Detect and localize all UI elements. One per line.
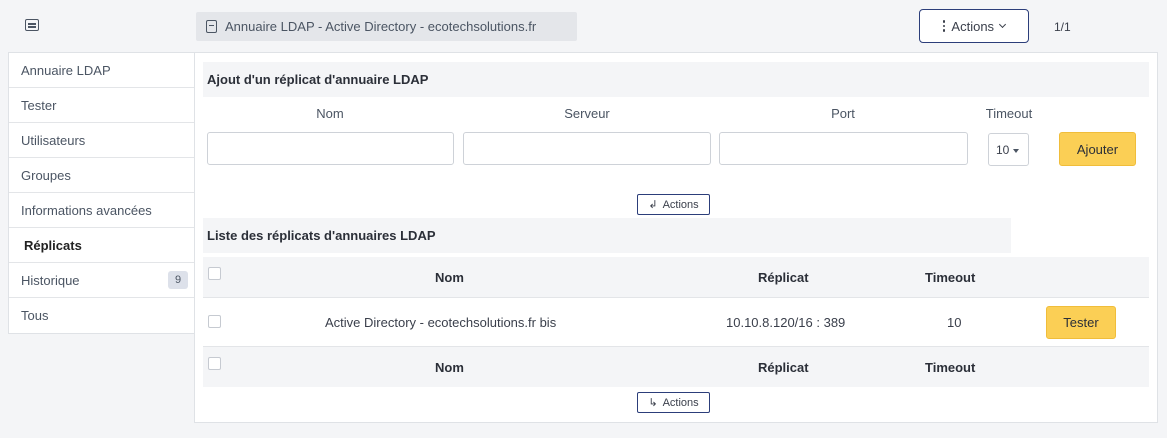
arrow-turn-down-icon: ↲ (648, 199, 658, 211)
mass-actions-label: Actions (662, 198, 699, 211)
serveur-input[interactable] (463, 132, 711, 165)
sidebar-item-tous[interactable]: Tous (9, 298, 194, 333)
actions-label: Actions (951, 18, 995, 34)
sidebar-item-informations-avancees[interactable]: Informations avancées (9, 193, 194, 228)
column-header-replicat: Réplicat (758, 269, 809, 285)
table-header-row: Nom Réplicat Timeout (203, 257, 1149, 297)
add-form-title: Ajout d'un réplicat d'annuaire LDAP (203, 62, 1149, 97)
nom-input[interactable] (207, 132, 454, 165)
test-replicat-button[interactable]: Tester (1046, 306, 1116, 339)
column-label-timeout: Timeout (985, 106, 1033, 121)
sidebar-item-replicats[interactable]: Réplicats (9, 228, 194, 263)
table-row: Active Directory - ecotechsolutions.fr b… (203, 297, 1149, 347)
sidebar-item-label: Annuaire LDAP (21, 62, 111, 78)
replicat-address: 10.10.8.120/16 : 389 (726, 314, 846, 330)
page-title-text: Annuaire LDAP - Active Directory - ecote… (225, 19, 537, 34)
mass-actions-button-bottom[interactable]: ↳ Actions (637, 392, 710, 413)
sidebar-item-tester[interactable]: Tester (9, 88, 194, 123)
sidebar-item-label: Historique (21, 272, 80, 288)
table-footer-row: Nom Réplicat Timeout (203, 347, 1149, 387)
sidebar-item-label: Groupes (21, 167, 71, 183)
sidebar-item-label: Informations avancées (21, 202, 152, 218)
column-label-nom: Nom (316, 106, 344, 121)
more-vertical-icon (942, 20, 946, 32)
pager: 1/1 (1054, 20, 1071, 34)
column-header-nom: Nom (435, 269, 464, 285)
caret-down-icon (1013, 148, 1020, 153)
select-all-checkbox[interactable] (208, 267, 221, 280)
row-checkbox[interactable] (208, 315, 221, 328)
sidebar-item-groupes[interactable]: Groupes (9, 158, 194, 193)
column-header-timeout: Timeout (925, 269, 976, 285)
column-footer-replicat: Réplicat (758, 359, 809, 375)
sidebar-item-historique[interactable]: Historique 9 (9, 263, 194, 298)
sidebar-item-label: Réplicats (24, 237, 82, 253)
column-label-port: Port (831, 106, 855, 121)
sidebar-item-label: Utilisateurs (21, 132, 86, 148)
replicat-name: Active Directory - ecotechsolutions.fr b… (325, 314, 557, 330)
sidebar-item-label: Tous (21, 308, 49, 323)
actions-dropdown-button[interactable]: Actions (919, 9, 1029, 43)
column-footer-nom: Nom (435, 359, 464, 375)
sidebar-item-utilisateurs[interactable]: Utilisateurs (9, 123, 194, 158)
arrow-turn-up-icon: ↳ (648, 397, 658, 409)
address-book-icon (206, 20, 217, 33)
add-button[interactable]: Ajouter (1059, 132, 1136, 166)
sidebar: Annuaire LDAP Tester Utilisateurs Groupe… (8, 52, 194, 334)
column-footer-timeout: Timeout (925, 359, 976, 375)
mass-actions-button-top[interactable]: ↲ Actions (637, 194, 710, 215)
page-title: Annuaire LDAP - Active Directory - ecote… (196, 12, 577, 41)
sidebar-item-annuaire-ldap[interactable]: Annuaire LDAP (9, 53, 194, 88)
replicat-timeout: 10 (947, 314, 962, 330)
count-badge: 9 (168, 271, 188, 289)
port-input[interactable] (719, 132, 968, 165)
top-bar: Annuaire LDAP - Active Directory - ecote… (0, 0, 1167, 52)
menu-toggle-icon[interactable] (25, 19, 39, 31)
list-title: Liste des réplicats d'annuaires LDAP (203, 218, 1011, 253)
timeout-select[interactable]: 10 (988, 133, 1029, 166)
select-all-checkbox-footer[interactable] (208, 357, 221, 370)
column-label-serveur: Serveur (564, 106, 610, 121)
timeout-selected-value: 10 (996, 142, 1010, 157)
sidebar-item-label: Tester (21, 97, 57, 113)
main-panel: Ajout d'un réplicat d'annuaire LDAP Nom … (194, 52, 1158, 423)
chevron-down-icon (999, 20, 1007, 29)
mass-actions-label: Actions (662, 396, 699, 409)
